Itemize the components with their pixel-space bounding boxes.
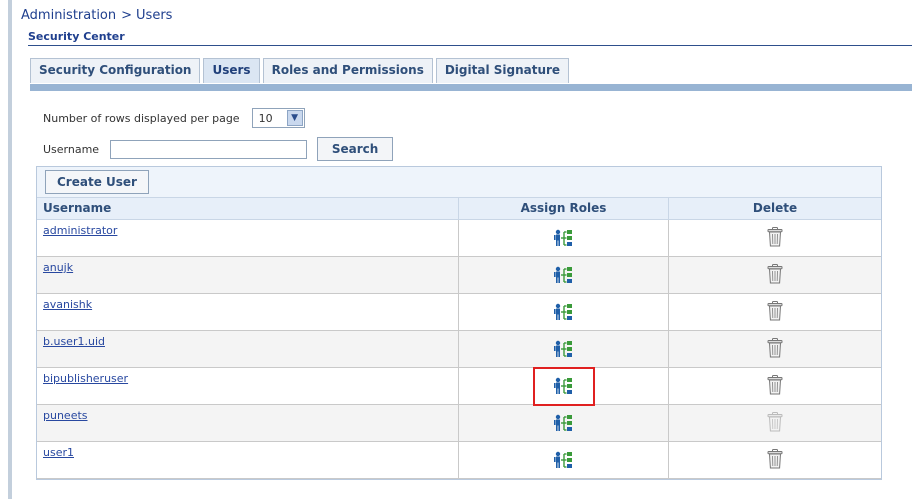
table-row: administrator [37,220,881,257]
username-search-row: Username Search [43,137,394,161]
tab-security-configuration[interactable]: Security Configuration [30,58,201,83]
assign-roles-cell [458,331,668,367]
header-delete: Delete [668,198,881,219]
rows-per-page-select[interactable]: 10 ▼ [251,108,305,128]
username-cell: puneets [37,405,458,441]
username-cell: user1 [37,442,458,478]
username-link[interactable]: administrator [43,224,117,237]
username-link[interactable]: anujk [43,261,73,274]
delete-cell [668,331,881,367]
assign-roles-icon[interactable] [544,295,584,329]
assign-roles-cell [458,294,668,330]
table-row: b.user1.uid [37,331,881,368]
tab-users[interactable]: Users [203,58,260,83]
assign-roles-cell [458,405,668,441]
tab-roles-and-permissions[interactable]: Roles and Permissions [262,58,433,83]
table-row: puneets [37,405,881,442]
username-link[interactable]: b.user1.uid [43,335,105,348]
rows-per-page-label: Number of rows displayed per page [43,111,240,125]
breadcrumb-current: Users [136,8,173,23]
table-toolbar: Create User [37,167,881,197]
username-link[interactable]: puneets [43,409,88,422]
table-row: user1 [37,442,881,479]
assign-roles-icon[interactable] [544,332,584,366]
delete-cell [668,368,881,404]
chevron-down-icon[interactable]: ▼ [286,110,303,126]
breadcrumb-parent[interactable]: Administration [21,8,116,23]
tab-underline-bar [30,84,912,91]
assign-roles-icon[interactable] [544,406,584,440]
table-row: bipublisheruser [37,366,881,406]
assign-roles-icon[interactable] [544,258,584,292]
trash-icon[interactable] [767,411,783,435]
username-link[interactable]: avanishk [43,298,92,311]
trash-icon[interactable] [767,374,783,398]
tab-digital-signature[interactable]: Digital Signature [435,58,570,83]
username-cell: bipublisheruser [37,368,458,404]
users-table: Create User Username Assign Roles Delete… [36,166,882,480]
delete-cell [668,294,881,330]
trash-icon[interactable] [767,448,783,472]
trash-icon[interactable] [767,263,783,287]
assign-roles-cell [458,220,668,256]
username-cell: b.user1.uid [37,331,458,367]
header-assign-roles: Assign Roles [458,198,668,219]
table-row: avanishk [37,294,881,331]
header-username: Username [43,201,112,215]
username-cell: administrator [37,220,458,256]
delete-cell [668,257,881,293]
table-body: administrator anujk avanishk b.user1.uid… [37,220,881,479]
delete-cell [668,442,881,478]
username-link[interactable]: bipublisheruser [43,372,128,385]
username-label: Username [43,142,100,156]
assign-roles-cell [458,442,668,478]
tab-strip: Security Configuration Users Roles and P… [30,58,572,84]
username-link[interactable]: user1 [43,446,74,459]
rows-per-page-row: Number of rows displayed per page 10 ▼ [43,108,305,128]
assign-roles-icon[interactable] [532,366,595,406]
rows-per-page-value: 10 [258,111,273,125]
table-header: Username Assign Roles Delete [37,197,881,220]
breadcrumb: Administration > Users [21,8,172,23]
section-title: Security Center [28,30,125,43]
table-row: anujk [37,257,881,294]
breadcrumb-separator: > [121,8,133,23]
search-button[interactable]: Search [317,137,394,161]
assign-roles-cell [458,366,668,406]
username-search-input[interactable] [110,139,308,159]
assign-roles-cell [458,257,668,293]
title-divider [28,45,912,46]
delete-cell [668,405,881,441]
trash-icon[interactable] [767,337,783,361]
create-user-button[interactable]: Create User [45,170,149,194]
assign-roles-icon[interactable] [544,443,584,477]
username-cell: anujk [37,257,458,293]
trash-icon[interactable] [767,226,783,250]
username-cell: avanishk [37,294,458,330]
trash-icon[interactable] [767,300,783,324]
assign-roles-icon[interactable] [544,221,584,255]
left-rail [8,0,12,499]
delete-cell [668,220,881,256]
